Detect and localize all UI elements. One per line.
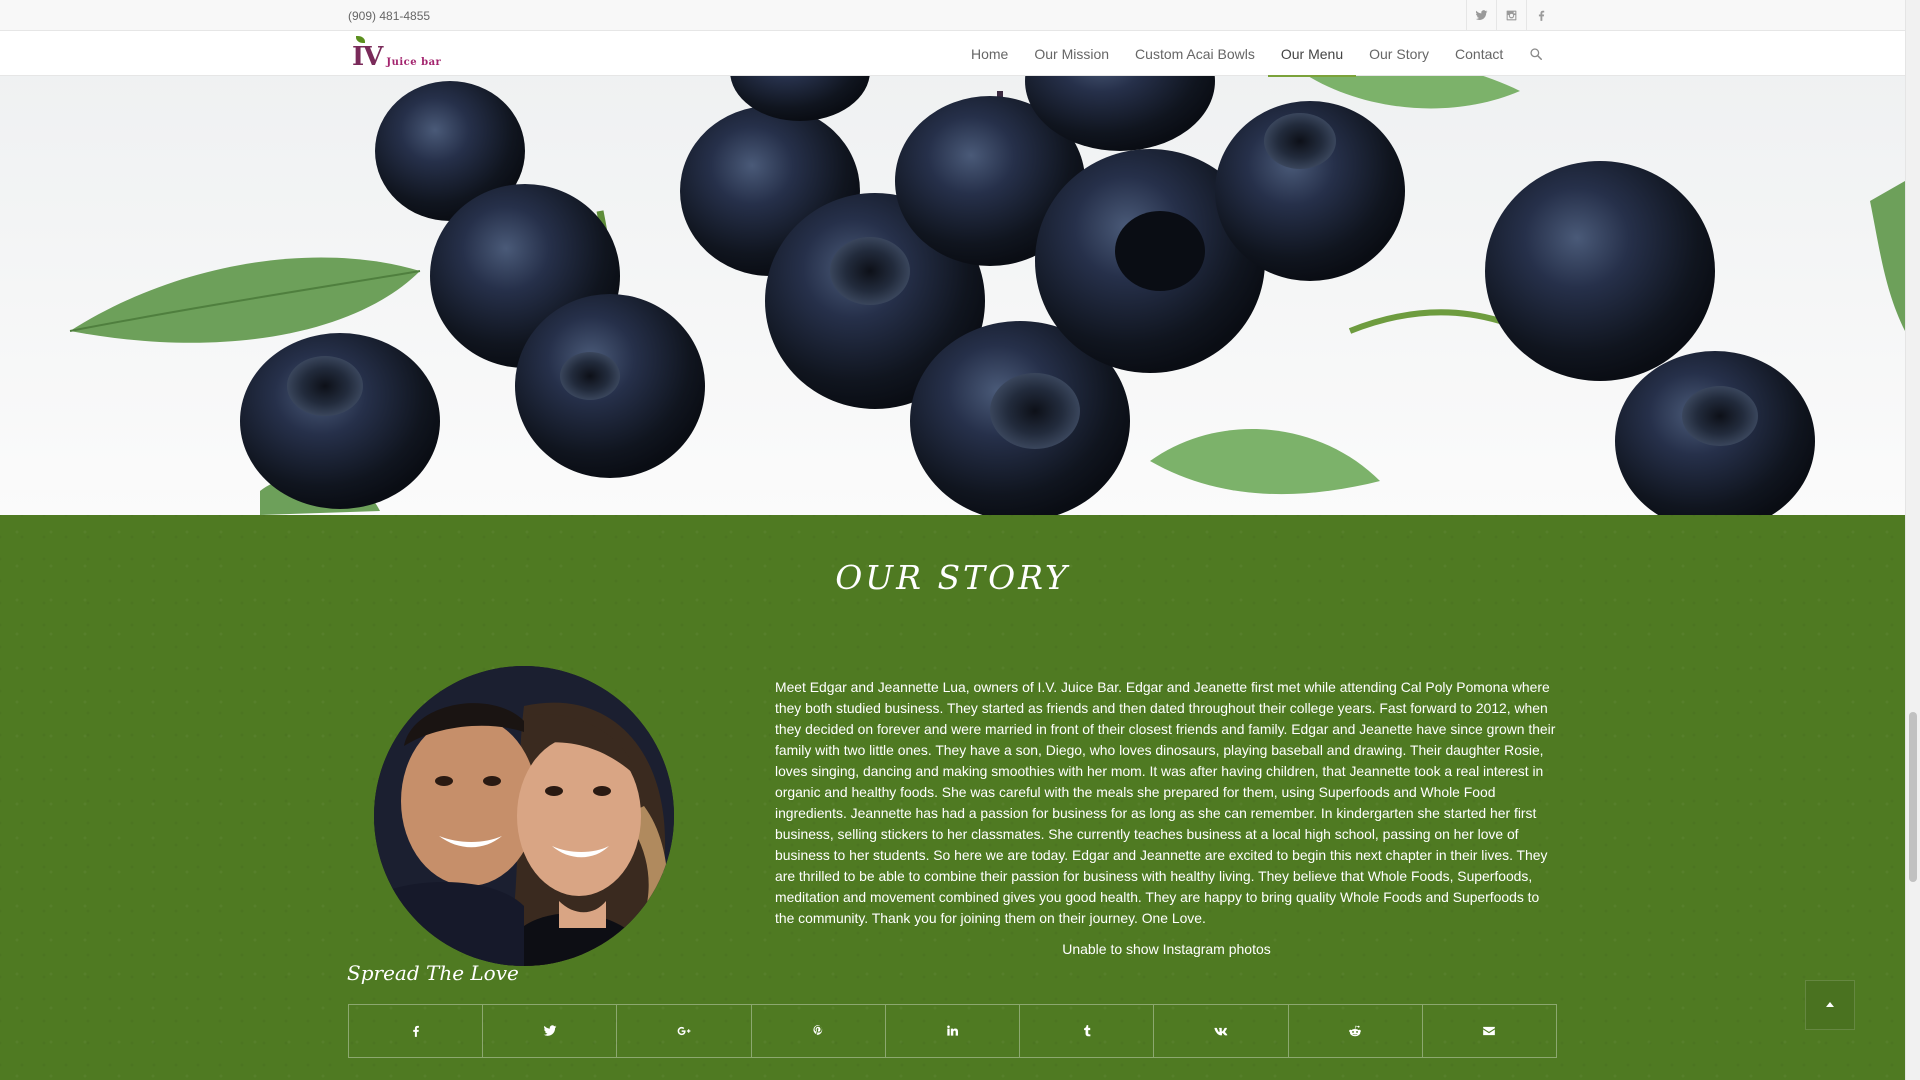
share-facebook-button[interactable] bbox=[349, 1005, 484, 1057]
nav-item-custom-acai-bowls[interactable]: Custom Acai Bowls bbox=[1122, 31, 1268, 76]
scroll-to-top-button[interactable] bbox=[1805, 980, 1855, 1030]
nav-item-home[interactable]: Home bbox=[958, 31, 1021, 76]
share-heading: Spread The Love bbox=[347, 961, 519, 985]
nav-item-our-mission[interactable]: Our Mission bbox=[1021, 31, 1122, 76]
site-logo[interactable]: IV Juice bar bbox=[352, 36, 441, 70]
pinterest-icon bbox=[813, 1025, 823, 1035]
share-twitter-button[interactable] bbox=[483, 1005, 618, 1057]
share-bar bbox=[348, 1004, 1557, 1058]
linkedin-icon bbox=[947, 1025, 959, 1036]
story-paragraph: Meet Edgar and Jeannette Lua, owners of … bbox=[775, 679, 1556, 926]
tumblr-icon bbox=[1083, 1025, 1091, 1037]
share-mail-button[interactable] bbox=[1423, 1005, 1556, 1057]
mail-icon bbox=[1483, 1026, 1496, 1036]
phone-number: (909) 481-4855 bbox=[348, 9, 431, 23]
chevron-up-icon bbox=[1826, 1002, 1834, 1007]
facebook-icon[interactable] bbox=[1526, 0, 1556, 31]
logo-mark: IV bbox=[352, 42, 383, 72]
page-scrollbar[interactable] bbox=[1905, 0, 1920, 1080]
logo-text: Juice bar bbox=[386, 57, 442, 68]
share-reddit-button[interactable] bbox=[1289, 1005, 1423, 1057]
owners-portrait bbox=[374, 666, 674, 966]
reddit-icon bbox=[1349, 1025, 1361, 1037]
facebook-icon bbox=[412, 1025, 419, 1037]
twitter-icon bbox=[543, 1025, 557, 1036]
social-links bbox=[1466, 0, 1556, 31]
our-story-section: OUR STORY Meet Edgar and Jeannette Lua, … bbox=[0, 515, 1905, 1080]
instagram-notice: Unable to show Instagram photos bbox=[1062, 941, 1271, 957]
twitter-icon[interactable] bbox=[1466, 0, 1496, 31]
section-title: OUR STORY bbox=[835, 558, 1070, 597]
scrollbar-thumb[interactable] bbox=[1909, 712, 1917, 882]
nav-item-contact[interactable]: Contact bbox=[1442, 31, 1516, 76]
top-bar: (909) 481-4855 bbox=[0, 0, 1905, 31]
share-tumblr-button[interactable] bbox=[1020, 1005, 1155, 1057]
main-nav: Home Our Mission Custom Acai Bowls Our M… bbox=[958, 31, 1556, 77]
share-pinterest-button[interactable] bbox=[752, 1005, 886, 1057]
vk-icon bbox=[1214, 1027, 1228, 1036]
share-vk-button[interactable] bbox=[1154, 1005, 1289, 1057]
hero-berries-image bbox=[0, 31, 1905, 515]
share-linkedin-button[interactable] bbox=[886, 1005, 1021, 1057]
site-header: IV Juice bar Home Our Mission Custom Aca… bbox=[0, 31, 1905, 77]
google-plus-icon bbox=[677, 1026, 691, 1036]
share-google-plus-button[interactable] bbox=[617, 1005, 752, 1057]
instagram-icon[interactable] bbox=[1496, 0, 1526, 31]
nav-item-our-story[interactable]: Our Story bbox=[1356, 31, 1442, 76]
nav-item-our-menu[interactable]: Our Menu bbox=[1267, 31, 1357, 77]
search-icon[interactable] bbox=[1516, 31, 1556, 76]
